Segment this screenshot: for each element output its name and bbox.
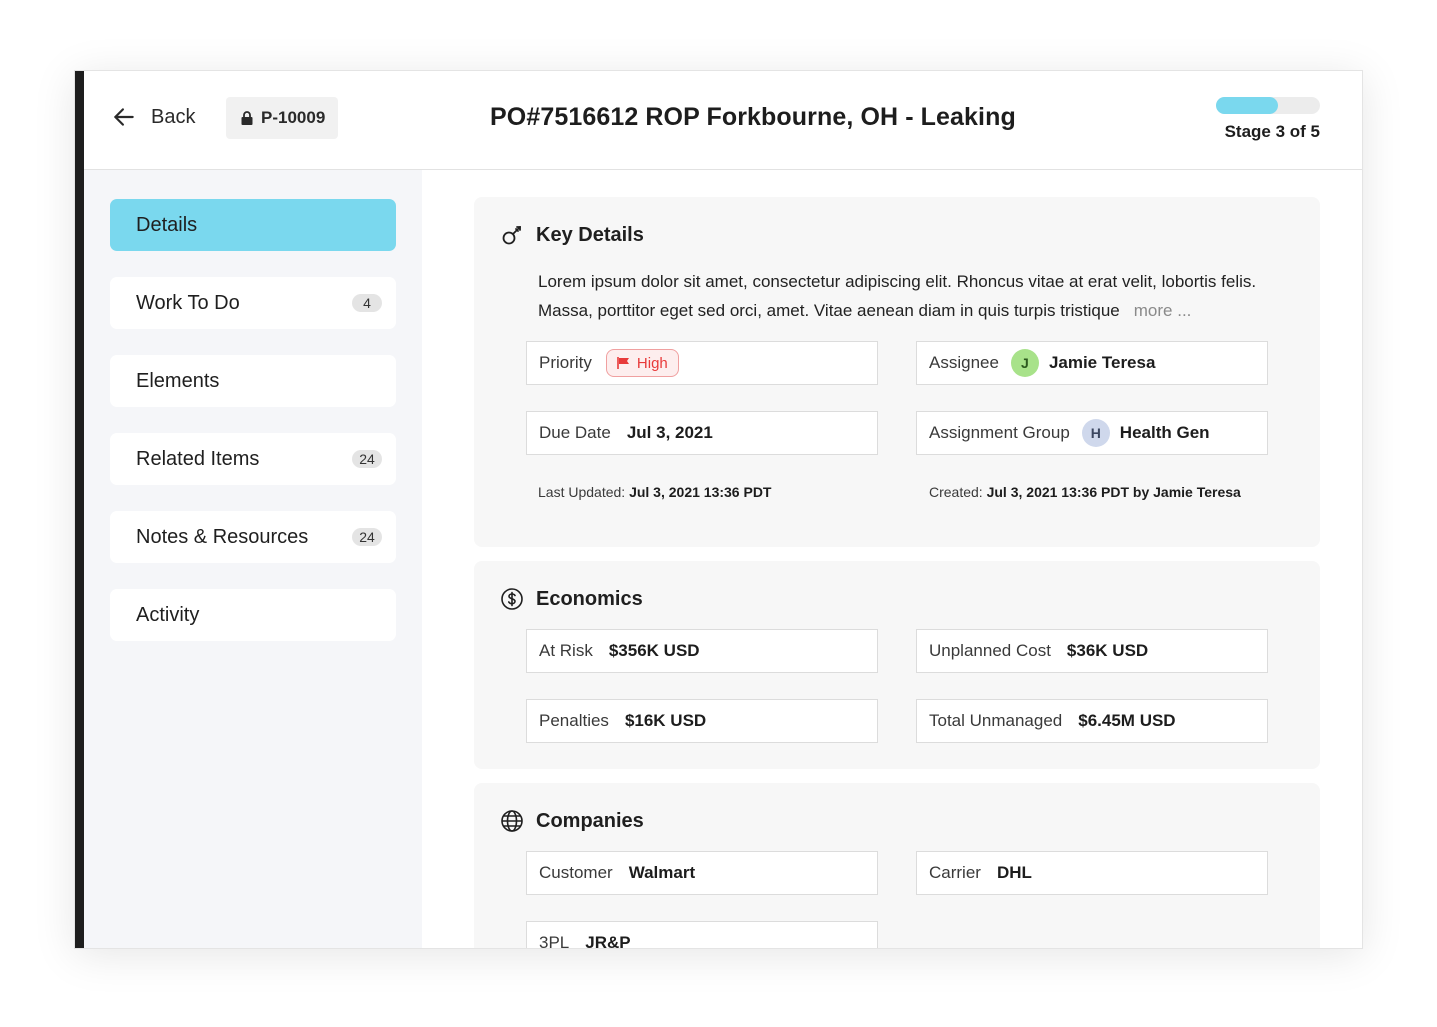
at-risk-label: At Risk <box>539 641 593 660</box>
back-button[interactable]: Back <box>111 104 195 130</box>
economics-card: Economics At Risk $356K USD Unplanned Co… <box>474 561 1320 769</box>
customer-field[interactable]: Customer Walmart <box>526 851 878 895</box>
flag-icon <box>617 357 629 369</box>
window-edge <box>75 71 84 948</box>
assignee-value: Jamie Teresa <box>1048 353 1156 372</box>
record-id: P-10009 <box>261 108 326 127</box>
priority-badge: High <box>605 349 679 377</box>
key-details-title: Key Details <box>536 223 644 246</box>
sidebar-item-notes-resources[interactable]: Notes & Resources 24 <box>110 511 396 563</box>
sidebar-item-activity[interactable]: Activity <box>110 589 396 641</box>
sidebar-item-label: Related Items <box>136 447 260 470</box>
back-label: Back <box>151 105 196 128</box>
3pl-label: 3PL <box>539 933 570 948</box>
count-badge: 24 <box>352 450 382 468</box>
sidebar-item-label: Elements <box>136 369 220 392</box>
description: Lorem ipsum dolor sit amet, consectetur … <box>538 267 1298 325</box>
penalties-field[interactable]: Penalties $16K USD <box>526 699 878 743</box>
customer-value: Walmart <box>628 863 696 882</box>
sidebar: Details Work To Do 4 Elements Related It… <box>84 170 422 948</box>
carrier-field[interactable]: Carrier DHL <box>916 851 1268 895</box>
unplanned-cost-field[interactable]: Unplanned Cost $36K USD <box>916 629 1268 673</box>
due-date-value: Jul 3, 2021 <box>626 423 713 442</box>
sidebar-item-details[interactable]: Details <box>110 199 396 251</box>
stage-progress-fill <box>1216 97 1279 114</box>
lock-icon <box>241 111 253 125</box>
economics-title: Economics <box>536 587 643 610</box>
unplanned-cost-value: $36K USD <box>1066 641 1149 660</box>
created-value: Jul 3, 2021 13:36 PDT by Jamie Teresa <box>986 484 1241 500</box>
priority-field[interactable]: Priority High <box>526 341 878 385</box>
companies-card: Companies Customer Walmart Carrier DHL 3… <box>474 783 1320 948</box>
assignment-group-value: Health Gen <box>1119 423 1210 442</box>
main-content: Key Details Lorem ipsum dolor sit amet, … <box>422 170 1362 948</box>
count-badge: 24 <box>352 528 382 546</box>
penalties-value: $16K USD <box>624 711 707 730</box>
economics-header: Economics <box>500 587 643 611</box>
sidebar-item-label: Notes & Resources <box>136 525 309 548</box>
globe-icon <box>501 810 523 832</box>
stage-label: Stage 3 of 5 <box>1224 122 1320 141</box>
avatar: H <box>1081 419 1110 447</box>
carrier-value: DHL <box>996 863 1032 882</box>
priority-value: High <box>636 354 668 372</box>
avatar: J <box>1010 349 1039 377</box>
stage-progress-track <box>1216 97 1320 114</box>
3pl-value: JR&P <box>585 933 631 948</box>
due-date-label: Due Date <box>539 423 611 442</box>
more-link[interactable]: more ... <box>1134 301 1192 320</box>
page-title: PO#7516612 ROP Forkbourne, OH - Leaking <box>490 103 1016 131</box>
sidebar-item-label: Work To Do <box>136 291 240 314</box>
total-unmanaged-value: $6.45M USD <box>1078 711 1176 730</box>
unplanned-cost-label: Unplanned Cost <box>929 641 1051 660</box>
key-details-header: Key Details <box>500 223 644 247</box>
assignment-group-label: Assignment Group <box>929 423 1070 442</box>
penalties-label: Penalties <box>539 711 609 730</box>
header: Back P-10009 PO#7516612 ROP Forkbourne, … <box>84 71 1362 170</box>
last-updated: Last Updated: Jul 3, 2021 13:36 PDT <box>538 484 771 500</box>
key-icon <box>502 226 521 245</box>
record-id-chip: P-10009 <box>226 97 339 139</box>
sidebar-item-related-items[interactable]: Related Items 24 <box>110 433 396 485</box>
total-unmanaged-field[interactable]: Total Unmanaged $6.45M USD <box>916 699 1268 743</box>
created-info: Created: Jul 3, 2021 13:36 PDT by Jamie … <box>929 484 1241 500</box>
sidebar-item-work-to-do[interactable]: Work To Do 4 <box>110 277 396 329</box>
key-details-card: Key Details Lorem ipsum dolor sit amet, … <box>474 197 1320 547</box>
created-label: Created: <box>929 484 983 500</box>
arrow-left-icon <box>114 108 134 126</box>
customer-label: Customer <box>539 863 613 882</box>
at-risk-value: $356K USD <box>608 641 700 660</box>
assignment-group-field[interactable]: Assignment Group H Health Gen <box>916 411 1268 455</box>
app-window: Back P-10009 PO#7516612 ROP Forkbourne, … <box>74 70 1363 949</box>
assignee-label: Assignee <box>929 353 999 372</box>
stage-indicator: Stage 3 of 5 <box>1216 97 1320 142</box>
sidebar-item-label: Activity <box>136 603 200 626</box>
companies-header: Companies <box>500 809 644 833</box>
priority-label: Priority <box>539 353 592 372</box>
last-updated-label: Last Updated: <box>538 484 626 500</box>
sidebar-item-elements[interactable]: Elements <box>110 355 396 407</box>
assignee-field[interactable]: Assignee J Jamie Teresa <box>916 341 1268 385</box>
carrier-label: Carrier <box>929 863 981 882</box>
due-date-field[interactable]: Due Date Jul 3, 2021 <box>526 411 878 455</box>
total-unmanaged-label: Total Unmanaged <box>929 711 1063 730</box>
sidebar-item-label: Details <box>136 213 198 236</box>
at-risk-field[interactable]: At Risk $356K USD <box>526 629 878 673</box>
3pl-field[interactable]: 3PL JR&P <box>526 921 878 948</box>
companies-title: Companies <box>536 809 644 832</box>
last-updated-value: Jul 3, 2021 13:36 PDT <box>629 484 772 500</box>
dollar-icon <box>501 588 523 610</box>
count-badge: 4 <box>352 294 382 312</box>
